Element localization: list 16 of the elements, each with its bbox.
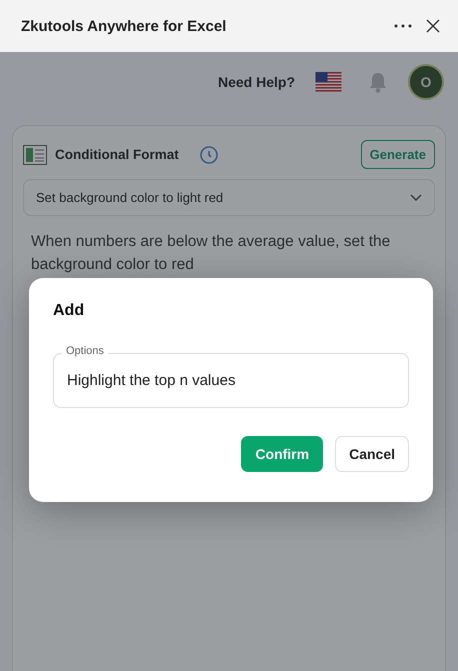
format-dropdown[interactable]: Set background color to light red bbox=[23, 179, 435, 216]
window-title: Zkutools Anywhere for Excel bbox=[21, 18, 228, 34]
more-icon[interactable] bbox=[394, 24, 412, 28]
spreadsheet-icon bbox=[23, 144, 47, 164]
description-text: When numbers are below the average value, set the background color to red bbox=[31, 232, 392, 275]
help-link[interactable]: Need Help? bbox=[218, 74, 295, 90]
flag-icon[interactable] bbox=[315, 72, 342, 92]
clock-icon[interactable] bbox=[198, 144, 219, 164]
chevron-down-icon bbox=[410, 194, 422, 202]
close-icon[interactable] bbox=[426, 19, 440, 33]
dialog-title: Add bbox=[53, 302, 86, 320]
cancel-button[interactable]: Cancel bbox=[335, 436, 409, 472]
field-label: Options bbox=[62, 345, 108, 357]
tool-title: Conditional Format bbox=[55, 147, 179, 162]
confirm-button[interactable]: Confirm bbox=[241, 436, 324, 472]
user-avatar[interactable]: O bbox=[408, 64, 444, 100]
